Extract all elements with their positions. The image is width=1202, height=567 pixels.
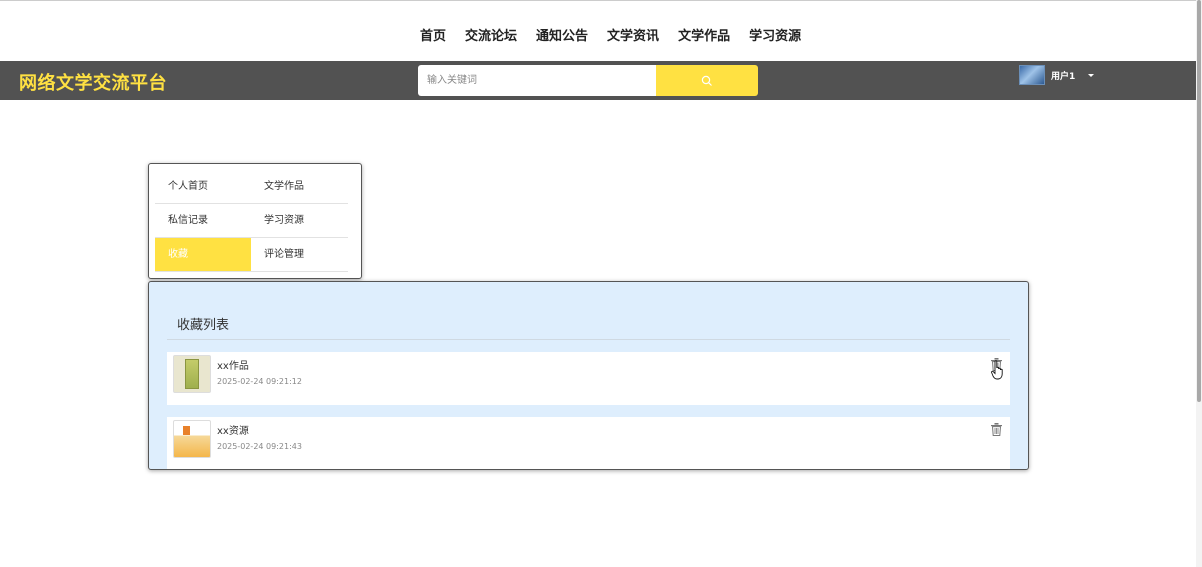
header-bar: 网络文学交流平台 用户1	[0, 61, 1196, 100]
divider	[167, 339, 1010, 340]
panel-title: 收藏列表	[177, 318, 230, 333]
search-input[interactable]	[418, 65, 656, 96]
item-date: 2025-02-24 09:21:43	[217, 442, 302, 451]
item-thumbnail[interactable]	[173, 355, 211, 393]
nav-link-forum[interactable]: 交流论坛	[465, 25, 517, 44]
nav-links: 首页 交流论坛 通知公告 文学资讯 文学作品 学习资源	[420, 25, 820, 44]
avatar[interactable]	[1019, 65, 1045, 85]
user-name[interactable]: 用户1	[1051, 69, 1075, 82]
caret-down-icon[interactable]	[1088, 73, 1095, 77]
favorites-panel: 收藏列表 xx作品 2025-02-24 09:21:12 xx资源 2025-…	[148, 281, 1029, 470]
nav-link-literary-news[interactable]: 文学资讯	[607, 25, 659, 44]
resource-cover-image	[183, 426, 190, 435]
trash-icon[interactable]	[991, 423, 1002, 436]
item-thumbnail[interactable]	[173, 420, 211, 458]
item-date: 2025-02-24 09:21:12	[217, 377, 302, 386]
scrollbar-thumb[interactable]	[1197, 0, 1201, 402]
user-menu[interactable]: 用户1	[1019, 65, 1095, 85]
search-button[interactable]	[656, 65, 758, 96]
item-name[interactable]: xx作品	[217, 357, 249, 372]
item-name[interactable]: xx资源	[217, 422, 249, 437]
page-scrollbar[interactable]	[1196, 0, 1202, 567]
book-cover-image	[185, 359, 199, 389]
hand-cursor-icon	[991, 360, 1003, 380]
list-item[interactable]: xx作品 2025-02-24 09:21:12	[167, 352, 1010, 405]
menu-item-messages[interactable]: 私信记录	[155, 204, 251, 238]
menu-item-literary-works[interactable]: 文学作品	[251, 170, 348, 204]
menu-item-comments[interactable]: 评论管理	[251, 238, 348, 272]
site-brand[interactable]: 网络文学交流平台	[19, 69, 167, 95]
menu-item-favorites[interactable]: 收藏	[155, 238, 251, 272]
menu-item-profile[interactable]: 个人首页	[155, 170, 251, 204]
top-navigation: 首页 交流论坛 通知公告 文学资讯 文学作品 学习资源	[0, 0, 1196, 61]
menu-item-learning-resources[interactable]: 学习资源	[251, 204, 348, 238]
search-icon	[701, 75, 712, 86]
user-center-menu: 个人首页 文学作品 私信记录 学习资源 收藏 评论管理	[148, 163, 362, 279]
nav-link-learning-resources[interactable]: 学习资源	[749, 25, 801, 44]
search-bar	[418, 65, 758, 96]
nav-link-home[interactable]: 首页	[420, 25, 446, 44]
list-item[interactable]: xx资源 2025-02-24 09:21:43	[167, 417, 1010, 469]
nav-link-literary-works[interactable]: 文学作品	[678, 25, 730, 44]
nav-link-notices[interactable]: 通知公告	[536, 25, 588, 44]
